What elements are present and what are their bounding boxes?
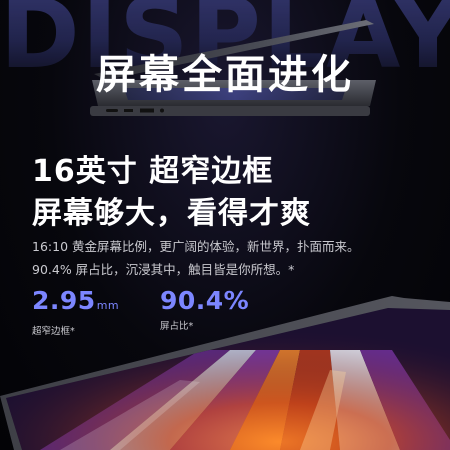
banner-title: 屏幕全面进化: [96, 52, 354, 98]
description-line-2: 90.4% 屏占比，沉浸其中，触目皆是你所想。*: [32, 262, 295, 277]
laptop-screen-image: [0, 296, 450, 450]
description-line-1: 16:10 黄金屏幕比例，更广阔的体验，新世界，扑面而来。: [32, 239, 360, 254]
headline-line-1: 16英寸 超窄边框: [32, 154, 274, 189]
headline-line-2: 屏幕够大，看得才爽: [32, 196, 311, 231]
display-promo-page: DISPLAY 屏幕全面进化 16英寸 超窄边框 屏幕够大，看得才爽 16:10…: [0, 0, 450, 450]
